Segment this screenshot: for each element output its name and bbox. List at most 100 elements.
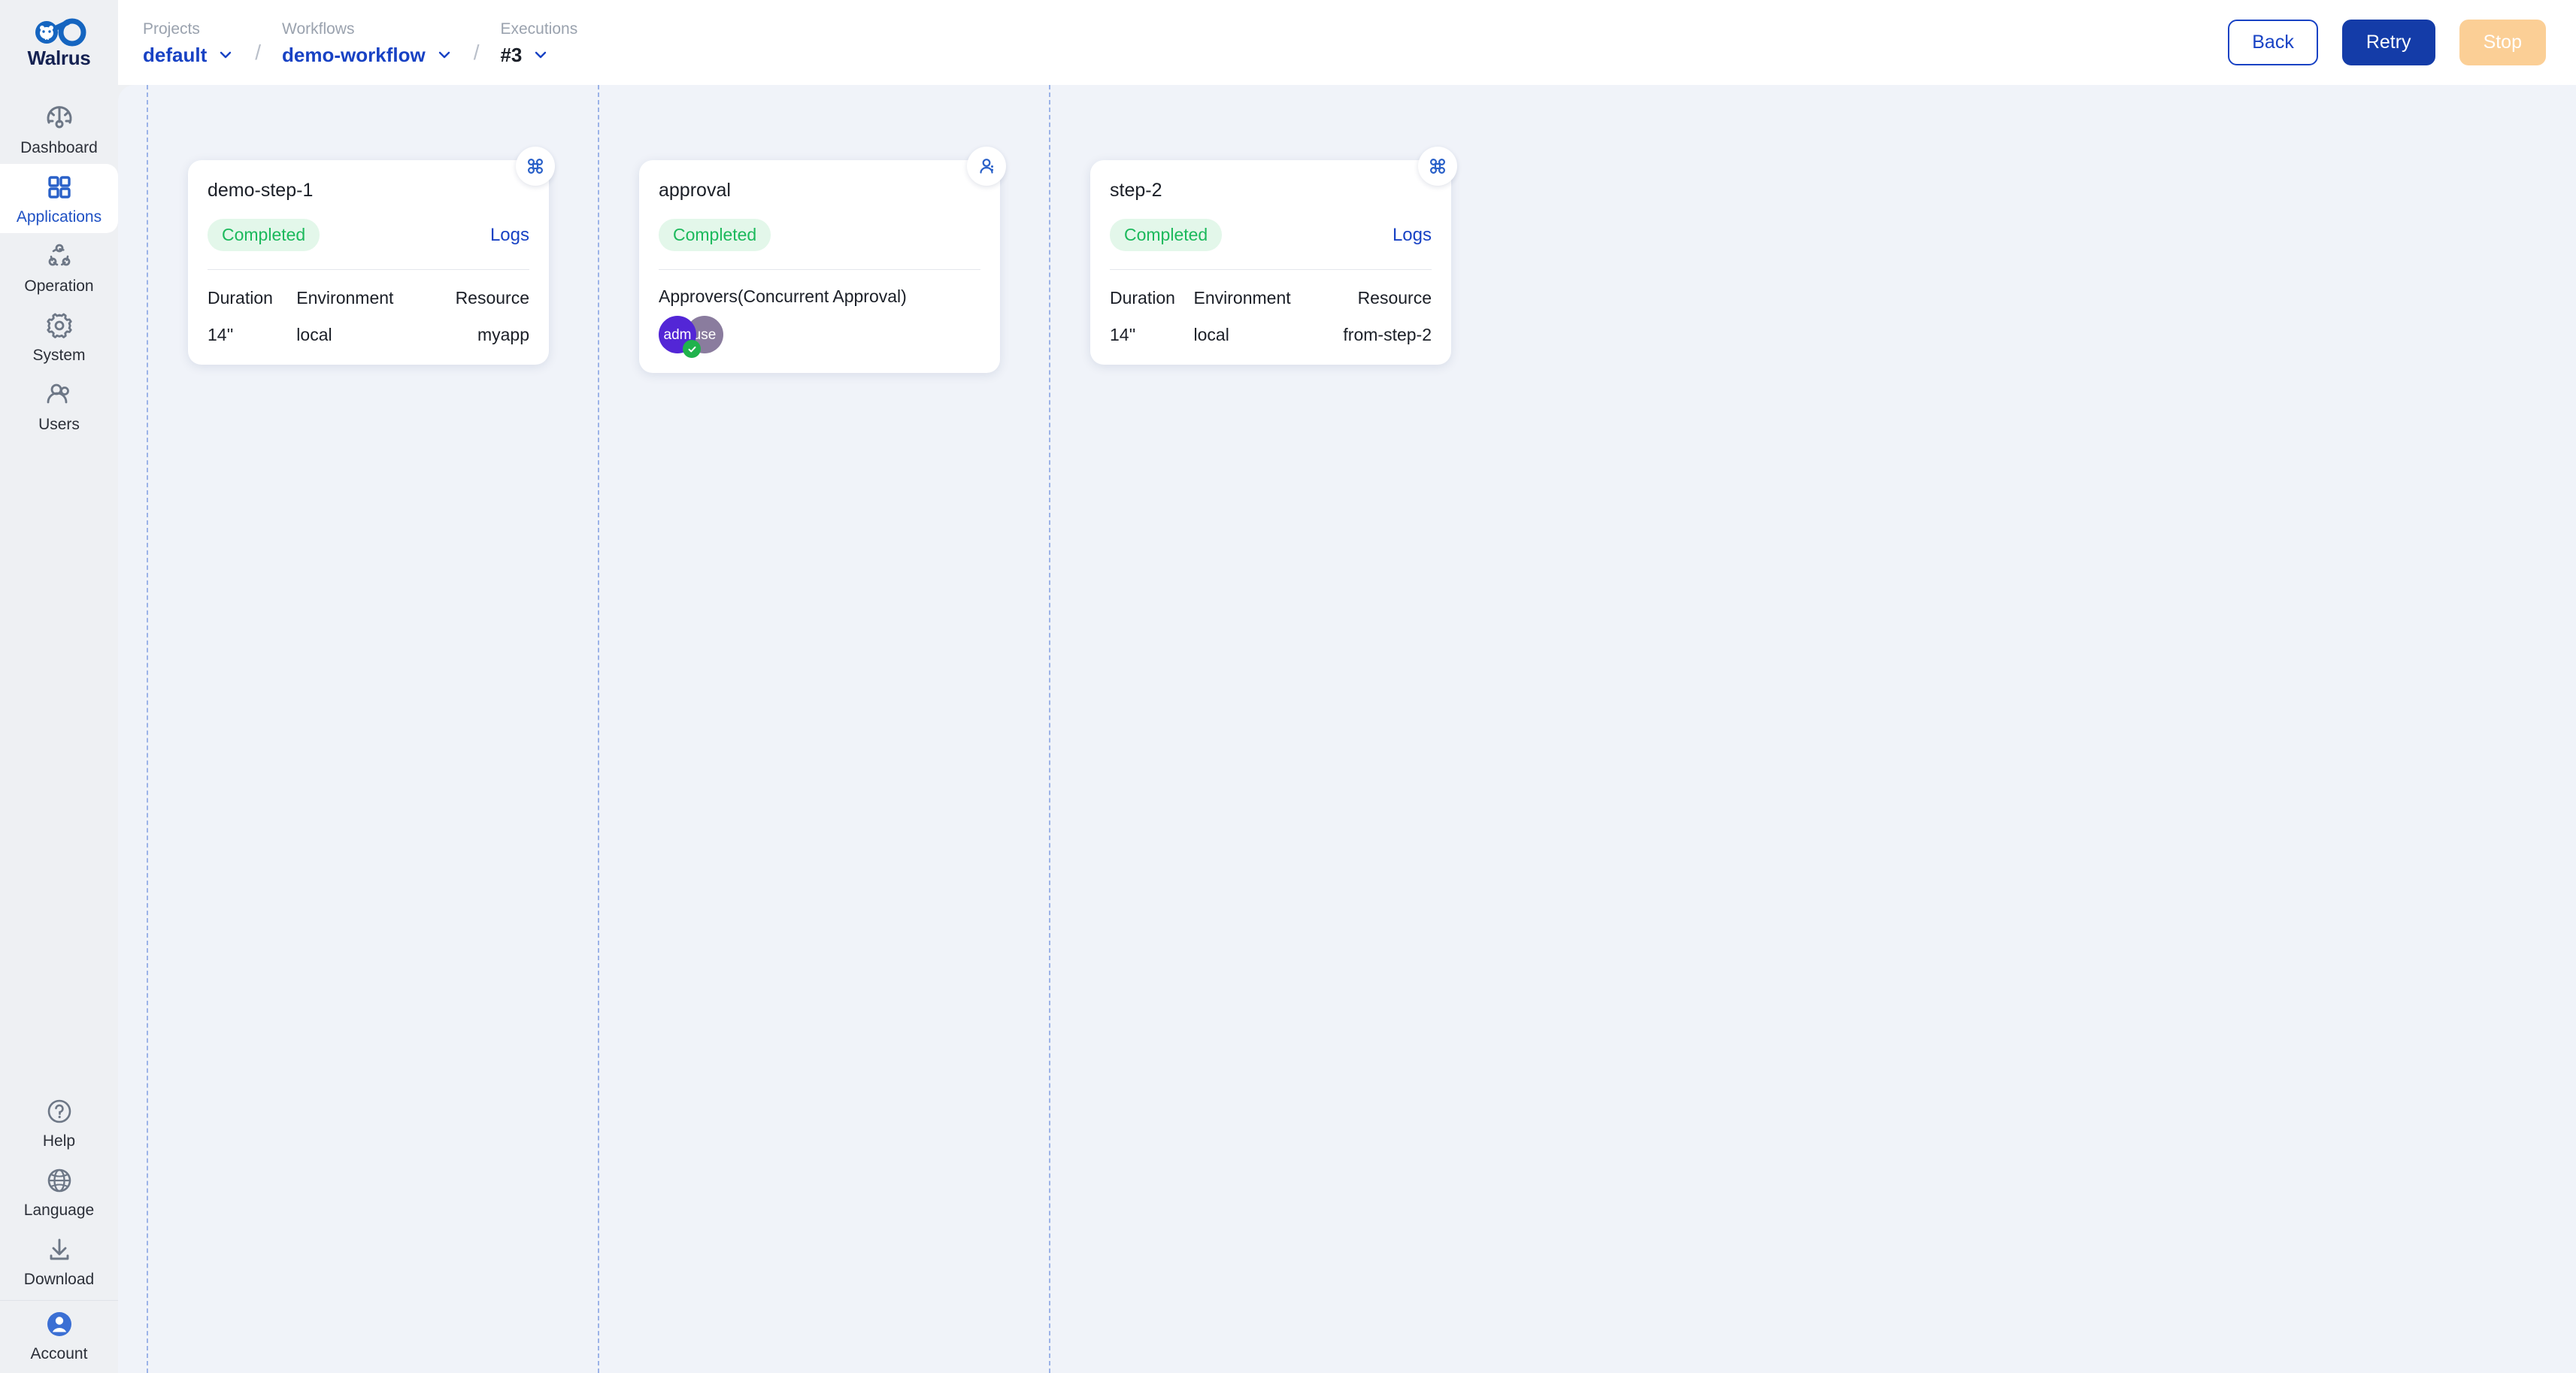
divider [208,269,529,270]
sidebar-item-dashboard[interactable]: Dashboard [0,95,118,164]
approver-person-icon-badge[interactable] [967,147,1006,186]
column-header-environment: Environment [1193,288,1291,308]
status-badge: Completed [1110,219,1223,251]
question-circle-icon [47,1099,71,1123]
sidebar-item-help[interactable]: Help [0,1088,118,1157]
lane-divider [147,85,148,1373]
sidebar-item-label: Operation [24,277,94,295]
step-card-approval[interactable]: approval Completed Approvers(Concurrent … [639,147,1006,373]
breadcrumb-value: #3 [500,43,523,66]
step-title: approval [659,180,731,201]
logs-link[interactable]: Logs [1393,226,1432,244]
table-row: 14'' local from-step-2 [1110,325,1432,345]
step-status-row: Completed [659,219,980,251]
cell-duration: 14'' [1110,325,1136,344]
avatar-initials: use [692,326,717,343]
step-meta-table: Duration Environment Resource 14'' local… [208,288,529,345]
approved-check-icon [683,340,701,358]
sidebar-item-label: Applications [16,208,102,226]
sidebar-nav-top: Dashboard Applications Operation System … [0,95,118,441]
cell-duration: 14'' [208,325,234,344]
back-button[interactable]: Back [2228,20,2318,65]
step-status-row: Completed Logs [208,219,529,251]
status-badge: Completed [659,219,771,251]
download-icon [50,1238,68,1260]
chevron-down-icon [535,51,547,58]
approver-person-icon [980,159,993,174]
command-flower-icon-badge[interactable] [516,147,555,186]
step-card-step-2[interactable]: step-2 Completed Logs Duration Environme… [1090,147,1457,365]
breadcrumb-executions: Executions #3 [500,21,577,65]
sidebar-item-label: Help [42,1132,76,1150]
sidebar-nav-bottom: Help Language Download Account [0,1088,118,1373]
sidebar-item-download[interactable]: Download [0,1226,118,1296]
walrus-infinity-logo-icon [35,17,86,47]
column-header-resource: Resource [1357,288,1432,308]
breadcrumb-workflows: Workflows demo-workflow [282,21,453,65]
divider [659,269,980,270]
sidebar-item-label: System [32,347,86,364]
users-icon [47,383,69,404]
stop-button[interactable]: Stop [2459,20,2546,65]
gear-icon [46,313,72,338]
sidebar-item-language[interactable]: Language [0,1157,118,1226]
column-header-duration: Duration [1110,288,1175,308]
breadcrumb-value: demo-workflow [282,43,426,66]
cell-environment: local [1193,325,1229,344]
chevron-down-icon [438,51,450,58]
sidebar-item-users[interactable]: Users [0,371,118,441]
sidebar-item-system[interactable]: System [0,302,118,371]
breadcrumb-label: Workflows [282,20,355,38]
gauge-icon [47,106,71,129]
workflow-canvas[interactable]: stage-1 stage-2 stage-3 [118,85,2576,1373]
brand-logo[interactable]: Walrus [0,0,118,85]
globe-icon [47,1168,71,1193]
step-meta-table: Duration Environment Resource 14'' local… [1110,288,1432,345]
header-actions: Back Retry Stop [2228,20,2546,65]
breadcrumb-projects-selector[interactable]: default [143,45,234,65]
brand-name: Walrus [27,46,91,69]
sidebar-item-label: Dashboard [20,139,98,156]
breadcrumb-separator: / [255,40,262,64]
main-area: Projects default / Workflows demo-workfl… [118,0,2576,1373]
table-header-row: Duration Environment Resource [208,288,529,325]
network-nodes-icon [48,244,70,266]
command-flower-icon [527,158,544,174]
breadcrumb-label: Executions [500,20,578,38]
breadcrumb-value: default [143,43,208,66]
grid-squares-icon [47,176,71,199]
cell-environment: local [296,325,332,344]
approver-avatar-group: adm use [659,316,980,358]
divider [1110,269,1432,270]
sidebar-item-operation[interactable]: Operation [0,233,118,302]
breadcrumb-separator: / [473,40,480,64]
retry-button[interactable]: Retry [2341,20,2435,65]
breadcrumb-projects: Projects default [143,21,234,65]
status-badge: Completed [208,219,320,251]
account-avatar-icon [47,1312,71,1336]
breadcrumb-workflows-selector[interactable]: demo-workflow [282,45,453,65]
table-header-row: Duration Environment Resource [1110,288,1432,325]
cell-resource-link[interactable]: from-step-2 [1318,325,1432,345]
breadcrumb-executions-selector[interactable]: #3 [500,45,577,65]
column-header-duration: Duration [208,288,273,308]
sidebar-item-account[interactable]: Account [0,1301,118,1370]
column-header-resource: Resource [455,288,529,308]
breadcrumb-label: Projects [143,20,200,38]
step-title: demo-step-1 [208,180,314,201]
step-card-demo-step-1[interactable]: demo-step-1 Completed Logs Duration Envi… [188,147,555,365]
command-flower-icon-badge[interactable] [1418,147,1457,186]
sidebar-item-applications[interactable]: Applications [0,164,118,233]
lane-divider [598,85,599,1373]
step-title: step-2 [1110,180,1162,201]
sidebar-item-label: Users [38,416,80,433]
sidebar-item-label: Account [30,1345,88,1362]
approvers-label: Approvers(Concurrent Approval) [659,286,907,306]
step-status-row: Completed Logs [1110,219,1432,251]
breadcrumb: Projects default / Workflows demo-workfl… [143,21,577,65]
chevron-down-icon [220,51,232,58]
cell-resource-link[interactable]: myapp [429,325,529,345]
logs-link[interactable]: Logs [490,226,529,244]
sidebar: Walrus Dashboard Applications Operation … [0,0,118,1373]
